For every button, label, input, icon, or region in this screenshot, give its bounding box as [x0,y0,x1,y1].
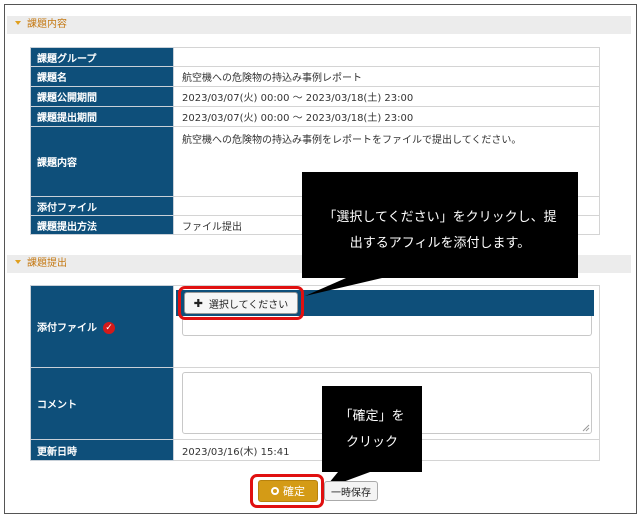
temp-save-label: 一時保存 [331,487,371,499]
callout-select-line2: 出するアフィルを添付します。 [349,236,531,251]
callout-confirm: 「確定」を クリック [322,386,422,472]
callout-select: 「選択してください」をクリックし、提 出するアフィルを添付します。 [302,172,578,278]
temp-save-button[interactable]: 一時保存 [324,481,378,501]
callout-select-pointer [305,278,382,296]
callout-confirm-line2: クリック [345,435,398,450]
callout-confirm-line1: 「確定」を [339,409,405,424]
confirm-highlight-box [250,474,324,508]
callout-select-line1: 「選択してください」をクリックし、提 [323,210,557,225]
